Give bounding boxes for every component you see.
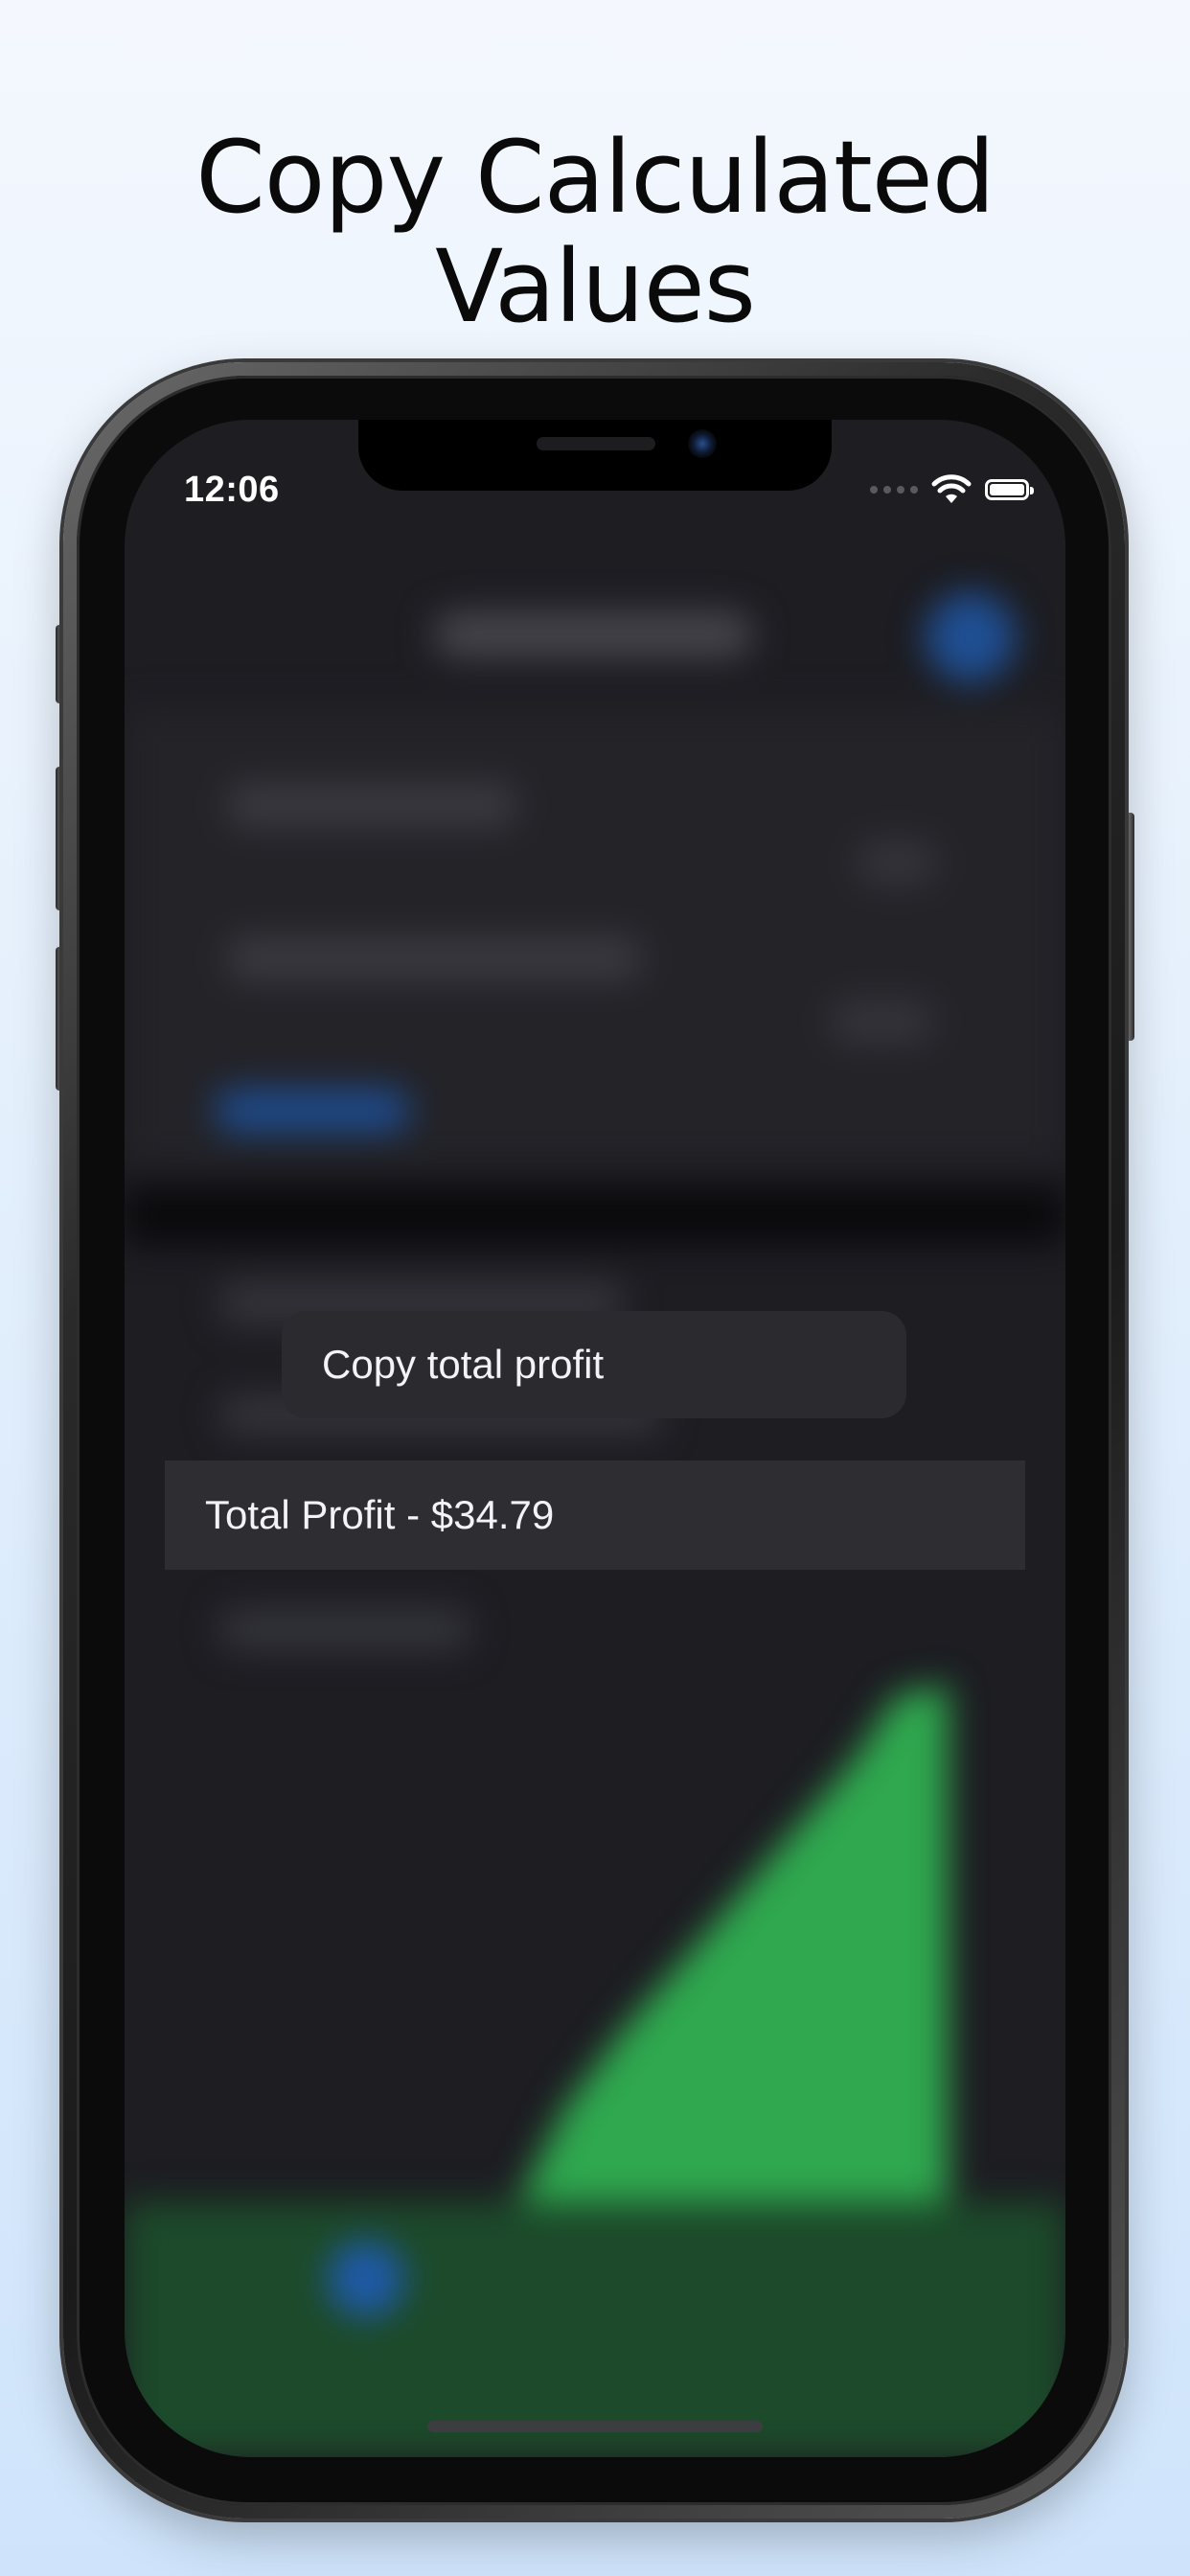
context-menu-copy-total-profit[interactable]: Copy total profit bbox=[282, 1311, 906, 1418]
blurred-profit-chart bbox=[508, 1685, 949, 2221]
blurred-app-background bbox=[125, 420, 1065, 2457]
signal-dots-icon bbox=[870, 486, 918, 494]
phone-screen: 12:06 Copy total profit Total Profit - $… bbox=[125, 420, 1065, 2457]
home-indicator[interactable] bbox=[427, 2421, 763, 2432]
battery-icon bbox=[985, 479, 1034, 500]
front-camera-icon bbox=[688, 429, 717, 458]
headline-line-2: Values bbox=[435, 228, 756, 345]
status-icons bbox=[870, 473, 1034, 506]
blurred-tab-bar bbox=[125, 2202, 1065, 2457]
headline: Copy Calculated Values bbox=[0, 123, 1190, 341]
wifi-icon bbox=[931, 474, 972, 503]
total-profit-row[interactable]: Total Profit - $34.79 bbox=[165, 1460, 1025, 1570]
chart-area bbox=[508, 1685, 949, 2221]
context-menu-item-label: Copy total profit bbox=[322, 1342, 605, 1387]
headline-line-1: Copy Calculated bbox=[195, 119, 995, 236]
earpiece-speaker bbox=[537, 437, 655, 450]
blurred-tab-icon bbox=[328, 2241, 404, 2317]
status-time: 12:06 bbox=[184, 470, 280, 510]
notch bbox=[358, 420, 832, 491]
total-profit-label: Total Profit - $34.79 bbox=[205, 1492, 555, 1537]
